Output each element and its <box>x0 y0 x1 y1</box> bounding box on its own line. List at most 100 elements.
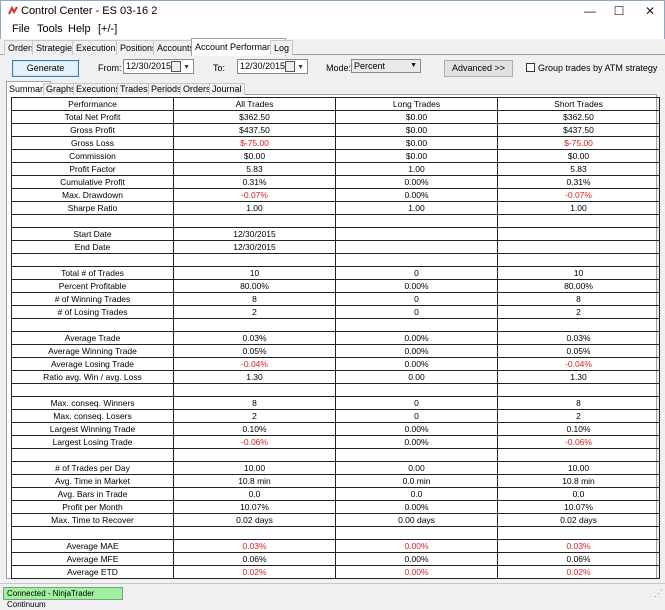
tab-trades[interactable]: Trades <box>117 83 151 95</box>
metric-value <box>335 526 498 540</box>
calendar-icon[interactable] <box>171 61 181 72</box>
metric-label: Commission <box>11 149 174 163</box>
status-bar: Connected - NinjaTrader Continuum ⋰ <box>0 583 665 609</box>
metric-value: 10.00 <box>173 461 336 475</box>
table-row: Average MAE 0.03% 0.00% 0.03% <box>11 539 660 553</box>
menu-tools[interactable]: Tools <box>37 23 63 35</box>
metric-value <box>173 253 336 267</box>
metric-value: $0.00 <box>335 149 498 163</box>
metric-label: Total Net Profit <box>11 110 174 124</box>
metric-value: -0.07% <box>173 188 336 202</box>
metric-value: 0 <box>335 305 498 319</box>
metric-label: Max. Drawdown <box>11 188 174 202</box>
metric-value: 1.30 <box>173 370 336 384</box>
metric-value: 0.02 days <box>173 513 336 527</box>
tab-journal[interactable]: Journal <box>209 83 245 95</box>
metric-value: 10 <box>497 266 660 280</box>
metric-label <box>11 526 174 540</box>
metric-label: Average Losing Trade <box>11 357 174 371</box>
chevron-down-icon[interactable]: ▼ <box>183 61 190 74</box>
metric-label: Gross Profit <box>11 123 174 137</box>
metric-value: 1.00 <box>335 201 498 215</box>
column-header: Performance <box>11 97 174 111</box>
metric-value: -0.06% <box>173 435 336 449</box>
metric-value: 0.00% <box>335 175 498 189</box>
metric-value: $0.00 <box>335 136 498 150</box>
table-row <box>11 526 660 540</box>
metric-value: 12/30/2015 <box>173 240 336 254</box>
metric-value <box>173 214 336 228</box>
metric-label: Total # of Trades <box>11 266 174 280</box>
metric-value: 10.8 min <box>173 474 336 488</box>
metric-value: 12/30/2015 <box>173 227 336 241</box>
metric-value: 0.00% <box>335 435 498 449</box>
calendar-icon[interactable] <box>285 61 295 72</box>
close-button[interactable]: ✕ <box>635 1 665 21</box>
metric-value: 0.00% <box>335 344 498 358</box>
ninjatrader-logo-icon <box>8 6 18 15</box>
table-row: Percent Profitable 80.00% 0.00% 80.00% <box>11 279 660 293</box>
metric-value: 8 <box>497 292 660 306</box>
metric-value: 0.0 <box>497 487 660 501</box>
metric-label: Average Winning Trade <box>11 344 174 358</box>
to-date-picker[interactable]: 12/30/2015 ▼ <box>237 59 308 74</box>
table-row: Gross Profit $437.50 $0.00 $437.50 <box>11 123 660 137</box>
metric-label: Average Trade <box>11 331 174 345</box>
metric-label: End Date <box>11 240 174 254</box>
generate-button[interactable]: Generate <box>12 60 79 77</box>
maximize-button[interactable]: ☐ <box>604 1 634 21</box>
menu-bar: File Tools Help [+/-] <box>0 21 665 39</box>
table-row: Average Trade 0.03% 0.00% 0.03% <box>11 331 660 345</box>
chevron-down-icon: ▼ <box>410 62 417 69</box>
tab-sub-executions[interactable]: Executions <box>73 83 124 95</box>
metric-value: 0.31% <box>497 175 660 189</box>
metric-value: 0.05% <box>497 344 660 358</box>
metric-value <box>335 318 498 332</box>
metric-value: 0.00% <box>335 331 498 345</box>
advanced-button[interactable]: Advanced >> <box>444 60 513 77</box>
metric-value: 8 <box>173 396 336 410</box>
metric-value: 8 <box>497 396 660 410</box>
metric-label: Sharpe Ratio <box>11 201 174 215</box>
metric-label: # of Winning Trades <box>11 292 174 306</box>
mode-value: Percent <box>354 61 386 71</box>
menu-help[interactable]: Help <box>68 23 91 35</box>
metric-value: 10.07% <box>497 500 660 514</box>
metric-value: 10 <box>173 266 336 280</box>
metric-value: 5.83 <box>173 162 336 176</box>
from-date-picker[interactable]: 12/30/2015 ▼ <box>123 59 194 74</box>
metric-label: # of Losing Trades <box>11 305 174 319</box>
metric-label: Start Date <box>11 227 174 241</box>
mode-select[interactable]: Percent ▼ <box>351 59 421 73</box>
metric-value: 0.00% <box>335 539 498 553</box>
metric-value: 0.00% <box>335 565 498 579</box>
minimize-button[interactable]: — <box>575 1 605 21</box>
metric-value: 0.10% <box>497 422 660 436</box>
table-row: # of Trades per Day 10.00 0.00 10.00 <box>11 461 660 475</box>
metric-value <box>173 318 336 332</box>
table-row <box>11 318 660 332</box>
from-label: From: <box>98 63 122 73</box>
table-row: Total # of Trades 10 0 10 <box>11 266 660 280</box>
menu-file[interactable]: File <box>12 23 30 35</box>
chevron-down-icon[interactable]: ▼ <box>297 61 304 74</box>
resize-grip-icon[interactable]: ⋰ <box>654 588 663 599</box>
metric-value <box>173 383 336 397</box>
metric-value: $437.50 <box>173 123 336 137</box>
menu-toggle-panels[interactable]: [+/-] <box>98 23 117 35</box>
metric-label: Average MFE <box>11 552 174 566</box>
metric-value: -0.04% <box>173 357 336 371</box>
metric-value: $0.00 <box>335 110 498 124</box>
metric-label: Average MAE <box>11 539 174 553</box>
metric-label: Largest Losing Trade <box>11 435 174 449</box>
group-atm-checkbox[interactable] <box>526 63 535 72</box>
tab-log[interactable]: Log <box>270 40 294 55</box>
table-row: Profit per Month 10.07% 0.00% 10.07% <box>11 500 660 514</box>
metric-value <box>335 240 498 254</box>
metric-value: 1.30 <box>497 370 660 384</box>
table-row: Average Losing Trade -0.04% 0.00% -0.04% <box>11 357 660 371</box>
column-header: All Trades <box>173 97 336 111</box>
metric-value: 0.02% <box>497 565 660 579</box>
metric-value: 0.10% <box>173 422 336 436</box>
table-row: Max. conseq. Losers 2 0 2 <box>11 409 660 423</box>
